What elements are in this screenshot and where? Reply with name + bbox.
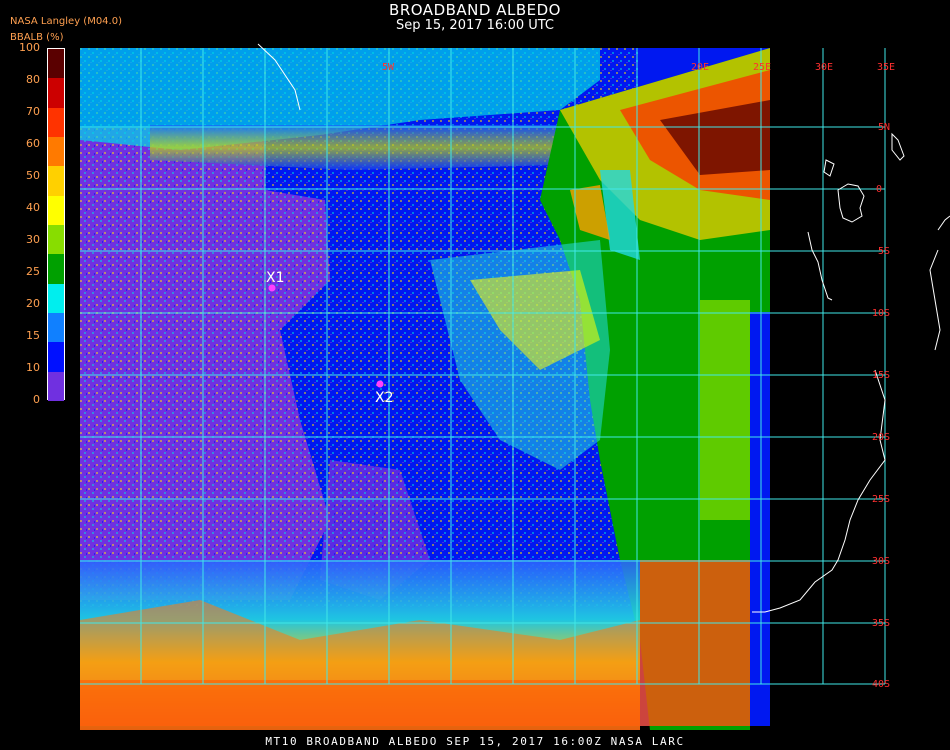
colorbar-tick-label: 30 [26, 233, 40, 246]
colorbar-segment [48, 78, 64, 109]
colorbar-tick-label: 60 [26, 137, 40, 150]
colorbar-segment [48, 49, 64, 79]
lat-label: 35S [872, 618, 890, 629]
lat-label: 15S [872, 370, 890, 381]
lat-label: 30S [872, 556, 890, 567]
footer-caption: MT10 BROADBAND ALBEDO SEP 15, 2017 16:00… [265, 735, 685, 748]
lon-label: 35E [877, 62, 895, 73]
colorbar-tick-label: 25 [26, 265, 40, 278]
colorbar-segment [48, 166, 64, 197]
source-label: NASA Langley (M04.0) [10, 16, 122, 27]
colorbar-segment [48, 371, 64, 402]
colorbar-segment [48, 195, 64, 226]
lon-label: 5W [382, 62, 395, 73]
page-title: BROADBAND ALBEDO [389, 1, 561, 19]
lat-label: 5S [878, 246, 890, 257]
albedo-map: 5N 0 5S 10S 15S 20S 25S 30S 35S 40S 5W 2… [80, 43, 950, 730]
colorbar-tick-label: 40 [26, 201, 40, 214]
colorbar-tick-label: 50 [26, 169, 40, 182]
marker-x1-label: X1 [266, 270, 285, 286]
lat-label: 5N [878, 122, 890, 133]
colorbar-segment [48, 225, 64, 255]
colorbar-segment [48, 342, 64, 373]
lon-label: 30E [815, 62, 833, 73]
marker-x2-dot [376, 380, 384, 388]
colorbar-tick-label: 20 [26, 297, 40, 310]
lat-label: 40S [872, 679, 890, 690]
lat-labels: 5N 0 5S 10S 15S 20S 25S 30S 35S 40S [872, 122, 890, 690]
lat-label: 0 [876, 184, 882, 195]
lat-label: 25S [872, 494, 890, 505]
colorbar-segment [48, 283, 64, 314]
lat-label: 10S [872, 308, 890, 319]
lon-label: 25E [753, 62, 771, 73]
colorbar-segment [48, 254, 64, 285]
lat-label: 20S [872, 432, 890, 443]
colorbar [47, 48, 65, 402]
colorbar-segment [48, 137, 64, 167]
colorbar-tick-label: 15 [26, 329, 40, 342]
colorbar-segment [48, 107, 64, 138]
page-subtitle: Sep 15, 2017 16:00 UTC [395, 18, 555, 33]
colorbar-tick-label: 80 [26, 73, 40, 86]
colorbar-tick-label: 70 [26, 105, 40, 118]
colorbar-segment [48, 313, 64, 343]
colorbar-tick-label: 100 [19, 41, 40, 54]
lon-label: 20E [691, 62, 709, 73]
colorbar-tick-label: 0 [33, 393, 40, 406]
satellite-image [80, 48, 770, 730]
marker-x2-label: X2 [375, 390, 394, 406]
colorbar-tick-label: 10 [26, 361, 40, 374]
